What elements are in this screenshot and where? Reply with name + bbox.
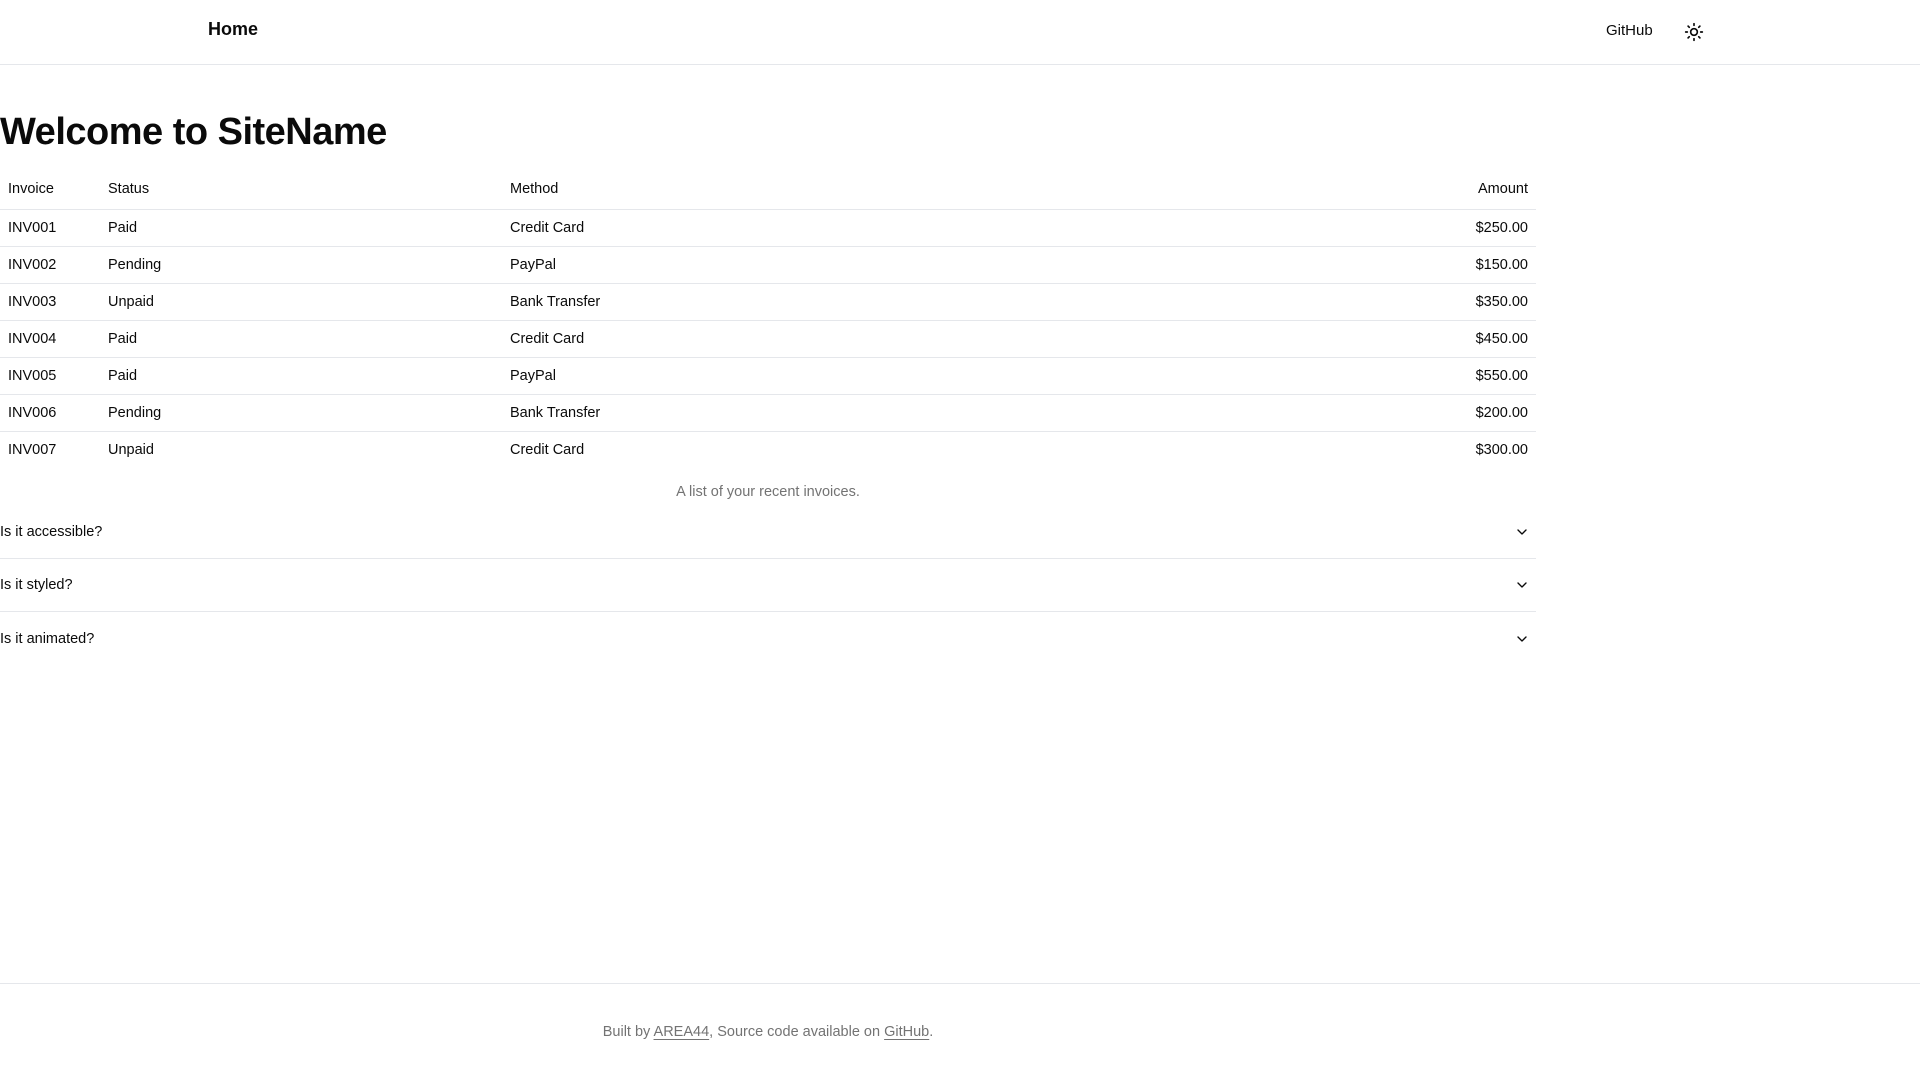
cell-status: Paid	[100, 357, 502, 395]
home-link[interactable]: Home	[208, 19, 258, 40]
cell-invoice: INV005	[0, 357, 100, 395]
column-header-invoice: Invoice	[0, 169, 100, 210]
header-github-link[interactable]: GitHub	[1606, 22, 1653, 39]
accordion-label: Is it animated?	[0, 630, 95, 647]
cell-invoice: INV006	[0, 394, 100, 432]
footer-middle: , Source code available on	[709, 1024, 881, 1040]
cell-amount: $350.00	[1336, 283, 1536, 321]
cell-method: Bank Transfer	[502, 283, 1336, 321]
chevron-down-icon	[1517, 635, 1527, 642]
footer-github-link[interactable]: GitHub	[884, 1024, 929, 1040]
footer-author-link[interactable]: AREA44	[654, 1024, 710, 1040]
accordion-label: Is it styled?	[0, 577, 73, 593]
accordion-label: Is it accessible?	[0, 524, 103, 540]
cell-status: Paid	[100, 209, 502, 247]
cell-method: Bank Transfer	[502, 394, 1336, 432]
table-row: INV002 Pending PayPal $150.00	[0, 246, 1536, 284]
column-header-amount: Amount	[1336, 169, 1536, 210]
cell-status: Pending	[100, 394, 502, 432]
cell-status: Unpaid	[100, 283, 502, 321]
table-row: INV006 Pending Bank Transfer $200.00	[0, 394, 1536, 432]
cell-amount: $250.00	[1336, 209, 1536, 247]
footer-suffix: .	[929, 1024, 934, 1040]
table-caption: A list of your recent invoices.	[676, 484, 860, 500]
cell-method: Credit Card	[502, 320, 1336, 358]
page-title: Welcome to SiteName	[0, 111, 387, 153]
cell-invoice: INV004	[0, 320, 100, 358]
table-row: INV001 Paid Credit Card $250.00	[0, 209, 1536, 247]
column-header-method: Method	[502, 169, 1336, 210]
cell-status: Unpaid	[108, 441, 154, 458]
cell-method: PayPal	[502, 246, 1336, 284]
cell-invoice: INV002	[0, 246, 100, 284]
table-row: INV007 Unpaid Credit Card $300.00	[0, 431, 1536, 468]
chevron-down-icon	[1517, 529, 1527, 535]
table-header-row: Invoice Status Method Amount	[0, 169, 1536, 210]
table-row: INV003 Unpaid Bank Transfer $350.00	[0, 283, 1536, 321]
column-header-status: Status	[100, 169, 502, 210]
sun-icon	[1684, 22, 1704, 42]
cell-method: Credit Card	[510, 441, 585, 458]
cell-amount: $450.00	[1336, 320, 1536, 358]
accordion-item-animated[interactable]: Is it animated?	[0, 612, 1536, 665]
footer-prefix: Built by	[602, 1024, 651, 1040]
cell-method: Credit Card	[502, 209, 1336, 247]
table-row: INV004 Paid Credit Card $450.00	[0, 320, 1536, 358]
cell-invoice: INV003	[0, 283, 100, 321]
cell-amount: $550.00	[1336, 357, 1536, 395]
footer-text: Built by AREA44, Source code available o…	[0, 1024, 1536, 1040]
cell-invoice: INV001	[0, 209, 100, 247]
accordion-item-styled[interactable]: Is it styled?	[0, 559, 1536, 612]
cell-amount: $150.00	[1336, 246, 1536, 284]
theme-toggle-button[interactable]	[1678, 16, 1710, 48]
site-header: Home GitHub	[0, 0, 1920, 65]
cell-invoice: INV007	[8, 441, 57, 458]
faq-accordion: Is it accessible? Is it styled? Is it an…	[0, 506, 1536, 665]
accordion-item-accessible[interactable]: Is it accessible?	[0, 506, 1536, 559]
chevron-down-icon	[1517, 582, 1527, 588]
cell-amount: $300.00	[1475, 441, 1528, 458]
cell-amount: $200.00	[1336, 394, 1536, 432]
cell-status: Paid	[100, 320, 502, 358]
cell-method: PayPal	[502, 357, 1336, 395]
table-row: INV005 Paid PayPal $550.00	[0, 357, 1536, 395]
site-footer: Built by AREA44, Source code available o…	[0, 983, 1920, 1080]
cell-status: Pending	[100, 246, 502, 284]
invoice-table: Invoice Status Method Amount INV001 Paid…	[0, 169, 1536, 468]
